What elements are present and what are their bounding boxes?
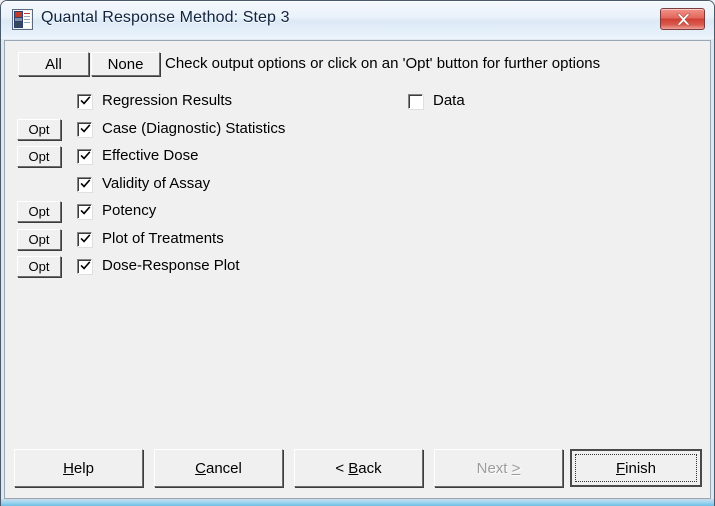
checkmark-icon xyxy=(80,123,91,133)
checkbox-validity-of-assay[interactable] xyxy=(77,176,92,192)
opt-button-case-diagnostic-statistics[interactable]: Opt xyxy=(17,118,61,140)
checkmark-icon xyxy=(80,178,91,188)
checkbox-data[interactable] xyxy=(408,94,423,109)
checkbox-label-regression-results: Regression Results xyxy=(102,92,233,109)
checkbox-label-case-diagnostic-statistics: Case (Diagnostic) Statistics xyxy=(102,119,286,137)
close-icon xyxy=(676,13,691,26)
checkmark-icon xyxy=(80,96,91,105)
aero-glass-strip xyxy=(1,500,714,506)
opt-button-dose-response-plot[interactable]: Opt xyxy=(17,256,61,277)
checkbox-label-potency: Potency xyxy=(102,202,157,219)
finish-button[interactable]: Finish xyxy=(570,449,702,487)
button-label: Cancel xyxy=(195,459,242,477)
title-bar: Quantal Response Method: Step 3 xyxy=(1,1,714,39)
checkmark-icon xyxy=(80,233,91,243)
app-document-icon xyxy=(12,9,33,30)
instruction-text: Check output options or click on an 'Opt… xyxy=(165,55,601,72)
help-button[interactable]: Help xyxy=(14,449,143,487)
checkbox-label-effective-dose: Effective Dose xyxy=(102,147,199,164)
checkbox-dose-response-plot[interactable] xyxy=(77,259,92,274)
window-title: Quantal Response Method: Step 3 xyxy=(41,9,290,26)
opt-button-effective-dose[interactable]: Opt xyxy=(17,146,61,167)
next-button: Next > xyxy=(434,449,563,487)
checkmark-icon xyxy=(80,206,91,215)
checkbox-effective-dose[interactable] xyxy=(77,149,92,164)
checkbox-potency[interactable] xyxy=(77,204,92,219)
checkbox-case-diagnostic-statistics[interactable] xyxy=(77,121,92,137)
button-label: Help xyxy=(63,459,94,477)
titlebar-highlight xyxy=(1,1,714,2)
close-button[interactable] xyxy=(660,8,705,30)
button-label: Next > xyxy=(476,459,521,477)
dialog-window: Quantal Response Method: Step 3 All None… xyxy=(0,0,715,506)
back-button[interactable]: < Back xyxy=(294,449,423,487)
checkmark-icon xyxy=(80,151,91,160)
checkmark-icon xyxy=(80,261,91,270)
button-label: < Back xyxy=(335,459,382,477)
checkbox-label-dose-response-plot: Dose-Response Plot xyxy=(102,257,240,274)
checkbox-plot-of-treatments[interactable] xyxy=(77,231,92,247)
opt-button-potency[interactable]: Opt xyxy=(17,201,61,222)
cancel-button[interactable]: Cancel xyxy=(154,449,283,487)
checkbox-label-validity-of-assay: Validity of Assay xyxy=(102,174,211,192)
checkbox-regression-results[interactable] xyxy=(77,94,92,109)
checkbox-label-plot-of-treatments: Plot of Treatments xyxy=(102,229,224,247)
button-label: Finish xyxy=(615,459,657,477)
opt-button-plot-of-treatments[interactable]: Opt xyxy=(17,228,61,250)
all-button[interactable]: All xyxy=(18,52,89,76)
none-button[interactable]: None xyxy=(91,52,160,76)
checkbox-label-data: Data xyxy=(433,92,465,109)
